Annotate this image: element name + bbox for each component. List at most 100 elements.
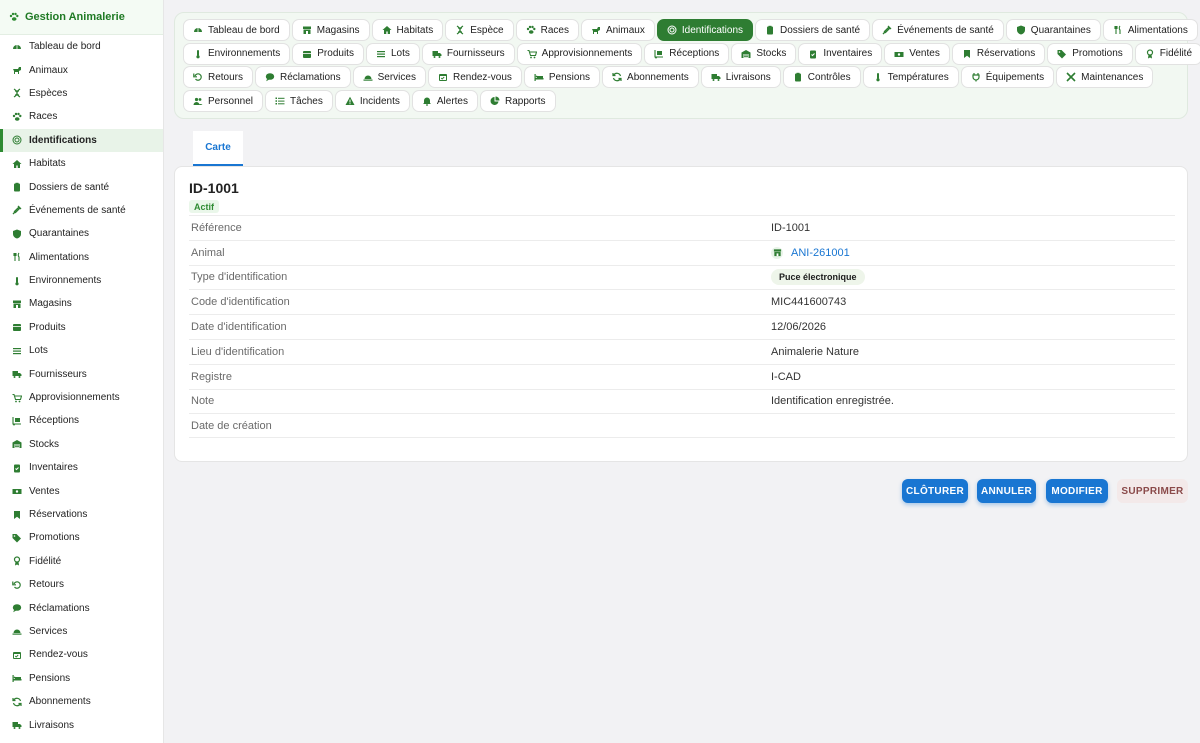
sidebar-item-promotions[interactable]: Promotions (0, 526, 163, 549)
field-value: MIC441600743 (771, 296, 847, 309)
nav-chip-animaux[interactable]: Animaux (580, 19, 655, 41)
sidebar-item-environnements[interactable]: Environnements (0, 269, 163, 292)
field-value-container: Puce électronique (771, 269, 865, 286)
field-label: Date d'identification (191, 321, 287, 334)
sidebar-item-habitats[interactable]: Habitats (0, 152, 163, 175)
sidebar-item-services[interactable]: Services (0, 620, 163, 643)
nav-chip-espece[interactable]: Espèce (445, 19, 514, 41)
nav-chip-fidelite[interactable]: Fidélité (1134, 42, 1200, 65)
nav-chip-ventes[interactable]: Ventes (884, 42, 950, 65)
sidebar-item-label: Quarantaines (29, 228, 90, 240)
sidebar-item-lots[interactable]: Lots (0, 339, 163, 362)
nav-chip-equipements[interactable]: Équipements (960, 66, 1055, 89)
nav-chip-services[interactable]: Services (352, 66, 426, 89)
sidebar-item-ventes[interactable]: Ventes (0, 479, 163, 502)
nav-chip-incidents[interactable]: Incidents (334, 90, 410, 113)
nav-chip-dossiers-de-sante[interactable]: Dossiers de santé (755, 19, 871, 41)
delete-button[interactable]: SUPPRIMER (1117, 479, 1188, 503)
sidebar-item-fournisseurs[interactable]: Fournisseurs (0, 362, 163, 385)
animal-link[interactable]: ANI-261001 (791, 247, 850, 259)
sidebar-item-especes[interactable]: Espèces (0, 82, 163, 105)
nav-chip-stocks[interactable]: Stocks (731, 42, 797, 65)
sidebar-item-rendez-vous[interactable]: Rendez-vous (0, 643, 163, 666)
nav-chip-label: Environnements (208, 48, 281, 60)
sidebar-item-receptions[interactable]: Réceptions (0, 409, 163, 432)
nav-chip-evenements-de-sante[interactable]: Événements de santé (872, 19, 1004, 41)
nav-chip-personnel[interactable]: Personnel (183, 90, 264, 113)
paw-icon (12, 112, 22, 122)
nav-chip-lots[interactable]: Lots (365, 42, 420, 65)
nav-chip-label: Produits (317, 48, 354, 60)
sidebar-item-label: Tableau de bord (29, 41, 101, 53)
sidebar-item-magasins[interactable]: Magasins (0, 292, 163, 315)
nav-chip-temperatures[interactable]: Températures (862, 66, 959, 89)
nav-chip-controles[interactable]: Contrôles (782, 66, 861, 89)
nav-chip-label: Promotions (1072, 48, 1123, 60)
sidebar-item-label: Événements de santé (29, 204, 126, 216)
field-row-lieu-d-identification: Lieu d'identification Animalerie Nature (189, 338, 1175, 364)
nav-chip-livraisons[interactable]: Livraisons (700, 66, 781, 89)
nav-chip-promotions[interactable]: Promotions (1047, 42, 1133, 65)
module-nav-row: Environnements Produits Lots Fournisseurs Ap… (183, 42, 1200, 67)
sidebar-item-alimentations[interactable]: Alimentations (0, 246, 163, 269)
nav-chip-retours[interactable]: Retours (183, 66, 254, 89)
close-button[interactable]: CLÔTURER (902, 479, 968, 503)
tab-carte[interactable]: Carte (193, 131, 243, 166)
nav-chip-reclamations[interactable]: Réclamations (255, 66, 351, 89)
sidebar-item-fidelite[interactable]: Fidélité (0, 550, 163, 573)
nav-chip-quarantaines[interactable]: Quarantaines (1005, 19, 1101, 41)
nav-chip-taches[interactable]: Tâches (265, 90, 333, 113)
sidebar-item-tableau-de-bord[interactable]: Tableau de bord (0, 35, 163, 58)
nav-chip-rendez-vous[interactable]: Rendez-vous (427, 66, 522, 89)
sidebar-item-retours[interactable]: Retours (0, 573, 163, 596)
nav-chip-habitats[interactable]: Habitats (371, 19, 444, 41)
nav-chip-rapports[interactable]: Rapports (479, 90, 556, 113)
cancel-button[interactable]: ANNULER (977, 479, 1036, 503)
sidebar-item-produits[interactable]: Produits (0, 316, 163, 339)
app-brand[interactable]: Gestion Animalerie (0, 0, 163, 35)
sidebar-item-pensions[interactable]: Pensions (0, 667, 163, 690)
nav-chip-tableau-de-bord[interactable]: Tableau de bord (183, 19, 290, 41)
sidebar-item-quarantaines[interactable]: Quarantaines (0, 222, 163, 245)
nav-chip-alimentations[interactable]: Alimentations (1102, 19, 1198, 41)
field-value-container: Identification enregistrée. (771, 395, 894, 407)
list-icon (12, 346, 22, 356)
shield-icon (12, 229, 22, 239)
sidebar-item-evenements-de-sante[interactable]: Événements de santé (0, 199, 163, 222)
undo-icon (12, 580, 22, 590)
nav-chip-produits[interactable]: Produits (292, 42, 364, 65)
sidebar-item-approvisionnements[interactable]: Approvisionnements (0, 386, 163, 409)
nav-chip-fournisseurs[interactable]: Fournisseurs (421, 42, 515, 65)
cash-icon (894, 49, 904, 59)
nav-chip-label: Ventes (909, 48, 940, 60)
nav-chip-abonnements[interactable]: Abonnements (602, 66, 699, 89)
nav-chip-identifications[interactable]: Identifications (656, 19, 754, 41)
nav-chip-alertes[interactable]: Alertes (411, 90, 478, 113)
nav-chip-inventaires[interactable]: Inventaires (798, 42, 883, 65)
field-value-container: MIC441600743 (771, 296, 846, 308)
nav-chip-label: Incidents (359, 95, 400, 107)
sidebar-item-races[interactable]: Races (0, 105, 163, 128)
edit-button[interactable]: MODIFIER (1046, 479, 1108, 503)
nav-chip-magasins[interactable]: Magasins (291, 19, 370, 41)
nav-chip-environnements[interactable]: Environnements (183, 42, 291, 65)
nav-chip-approvisionnements[interactable]: Approvisionnements (516, 42, 643, 65)
sidebar-item-dossiers-de-sante[interactable]: Dossiers de santé (0, 175, 163, 198)
nav-chip-maintenances[interactable]: Maintenances (1056, 66, 1154, 89)
sidebar-item-inventaires[interactable]: Inventaires (0, 456, 163, 479)
nav-chip-reservations[interactable]: Réservations (951, 42, 1046, 65)
nav-chip-pensions[interactable]: Pensions (523, 66, 601, 89)
sidebar-item-animaux[interactable]: Animaux (0, 58, 163, 81)
nav-chip-races[interactable]: Races (515, 19, 579, 41)
sidebar-item-reclamations[interactable]: Réclamations (0, 596, 163, 619)
sidebar-item-abonnements[interactable]: Abonnements (0, 690, 163, 713)
module-nav-row: Tableau de bord Magasins Habitats Espèce Rac… (183, 19, 1198, 43)
sidebar-item-livraisons[interactable]: Livraisons (0, 713, 163, 736)
sidebar-item-identifications[interactable]: Identifications (0, 128, 163, 152)
nav-chip-receptions[interactable]: Réceptions (644, 42, 730, 65)
nav-chip-label: Équipements (985, 71, 1045, 83)
sidebar-item-reservations[interactable]: Réservations (0, 503, 163, 526)
sidebar-item-stocks[interactable]: Stocks (0, 433, 163, 456)
field-row-reference: Référence ID-1001 (189, 215, 1175, 240)
nav-chip-label: Maintenances (1081, 71, 1144, 83)
